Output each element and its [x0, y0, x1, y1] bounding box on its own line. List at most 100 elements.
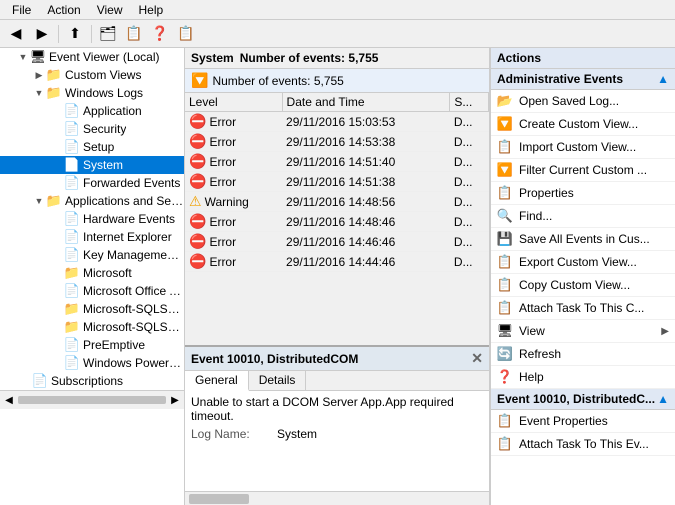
log-msoffice-icon: 📄: [64, 283, 80, 299]
log-name-label: Log Name:: [191, 427, 271, 441]
table-row[interactable]: ⛔Error29/11/2016 14:48:46D...: [185, 212, 489, 232]
action-item-copy-custom-view[interactable]: 📋Copy Custom View...: [491, 274, 675, 297]
cell-level: ⛔Error: [185, 232, 282, 252]
toolbar-new-view[interactable]: 📋: [122, 23, 146, 45]
sidebar-item-root[interactable]: ▼ 🖥 Event Viewer (Local): [0, 48, 184, 66]
toolbar-back[interactable]: ◀: [4, 23, 28, 45]
sidebar-item-forwarded-events[interactable]: 📄 Forwarded Events: [0, 174, 184, 192]
toolbar-forward[interactable]: ▶: [30, 23, 54, 45]
sidebar-custom-views-label: Custom Views: [65, 68, 141, 82]
sidebar-item-hardware-events[interactable]: 📄 Hardware Events: [0, 210, 184, 228]
admin-events-section-header[interactable]: Administrative Events ▲: [491, 69, 675, 90]
action-item-open-saved-log[interactable]: 📂Open Saved Log...: [491, 90, 675, 113]
cell-source: D...: [450, 152, 489, 172]
toolbar-help[interactable]: ❓: [148, 23, 172, 45]
toolbar-extra[interactable]: 📋: [174, 23, 198, 45]
table-row[interactable]: ⛔Error29/11/2016 14:51:40D...: [185, 152, 489, 172]
sidebar-item-system[interactable]: 📄 System: [0, 156, 184, 174]
event-detail-log-field: Log Name: System: [191, 427, 483, 441]
action-item-help[interactable]: ❓Help: [491, 366, 675, 389]
sidebar-keymgmt-label: Key Management Ser...: [83, 248, 184, 262]
table-row[interactable]: ⛔Error29/11/2016 14:46:46D...: [185, 232, 489, 252]
sidebar-security-label: Security: [83, 122, 126, 136]
menu-file[interactable]: File: [4, 1, 39, 19]
detail-hscroll[interactable]: [185, 491, 489, 505]
cell-date: 29/11/2016 14:48:46: [282, 212, 450, 232]
sidebar-item-apps-services[interactable]: ▼ 📁 Applications and Services: [0, 192, 184, 210]
table-row[interactable]: ⛔Error29/11/2016 14:44:46D...: [185, 252, 489, 272]
cell-level: ⛔Error: [185, 172, 282, 192]
action-item-find[interactable]: 🔍Find...: [491, 205, 675, 228]
collapse-admin-events[interactable]: ▲: [657, 72, 669, 86]
sidebar-item-security[interactable]: 📄 Security: [0, 120, 184, 138]
action-item-create-custom-view[interactable]: 🔽Create Custom View...: [491, 113, 675, 136]
sidebar-item-mssql2[interactable]: 📁 Microsoft-SQLServerD...: [0, 318, 184, 336]
event-detail-header: Event 10010, DistributedCOM ✕: [185, 347, 489, 371]
event-detail-section-header[interactable]: Event 10010, DistributedC... ▲: [491, 389, 675, 410]
cell-source: D...: [450, 212, 489, 232]
scroll-left-arrow[interactable]: ◀: [2, 393, 16, 407]
expand-icon-root[interactable]: ▼: [16, 50, 30, 64]
sidebar-hscroll[interactable]: ◀ ▶: [0, 390, 184, 409]
action-item-export-custom-view[interactable]: 📋Export Custom View...: [491, 251, 675, 274]
action-item-event-properties[interactable]: 📋Event Properties: [491, 410, 675, 433]
cell-source: D...: [450, 232, 489, 252]
action-item-save-all-events[interactable]: 💾Save All Events in Cus...: [491, 228, 675, 251]
expand-icon-windows-logs[interactable]: ▼: [32, 86, 46, 100]
tab-general[interactable]: General: [185, 371, 249, 391]
sidebar-item-preemptive[interactable]: 📄 PreEmptive: [0, 336, 184, 354]
admin-events-label: Administrative Events: [497, 72, 623, 86]
sidebar-item-windows-logs[interactable]: ▼ 📁 Windows Logs: [0, 84, 184, 102]
hscroll-thumb[interactable]: [18, 396, 166, 404]
error-icon: ⛔: [189, 133, 206, 150]
detail-hscroll-thumb[interactable]: [189, 494, 249, 504]
export-custom-view-icon: 📋: [497, 254, 513, 270]
expand-icon-custom-views[interactable]: ▶: [32, 68, 46, 82]
action-item-view[interactable]: 🖥View▶: [491, 320, 675, 343]
sidebar-item-subscriptions[interactable]: 📄 Subscriptions: [0, 372, 184, 390]
sidebar-preemptive-label: PreEmptive: [83, 338, 145, 352]
actions-section-0: 📂Open Saved Log...🔽Create Custom View...…: [491, 90, 675, 389]
sidebar-item-powershell[interactable]: 📄 Windows PowerShell: [0, 354, 184, 372]
action-item-filter-current-custom[interactable]: 🔽Filter Current Custom ...: [491, 159, 675, 182]
table-row[interactable]: ⚠Warning29/11/2016 14:48:56D...: [185, 192, 489, 212]
sidebar-item-application[interactable]: 📄 Application: [0, 102, 184, 120]
sidebar-mssql1-label: Microsoft-SQLServerD...: [83, 302, 184, 316]
scroll-right-arrow[interactable]: ▶: [168, 393, 182, 407]
events-table-wrap[interactable]: Level Date and Time S... ⛔Error29/11/201…: [185, 93, 489, 345]
menu-action[interactable]: Action: [39, 1, 88, 19]
sidebar-ie-label: Internet Explorer: [83, 230, 172, 244]
toolbar-folder[interactable]: 🗂: [96, 23, 120, 45]
attach-task-to-ev-label: Attach Task To This Ev...: [519, 437, 669, 451]
menu-help[interactable]: Help: [131, 1, 172, 19]
sidebar-item-setup[interactable]: 📄 Setup: [0, 138, 184, 156]
expand-icon-apps[interactable]: ▼: [32, 194, 46, 208]
action-item-refresh[interactable]: 🔄Refresh: [491, 343, 675, 366]
close-button[interactable]: ✕: [471, 350, 483, 367]
sidebar-item-ie[interactable]: 📄 Internet Explorer: [0, 228, 184, 246]
log-security-icon: 📄: [64, 121, 80, 137]
sidebar-item-custom-views[interactable]: ▶ 📁 Custom Views: [0, 66, 184, 84]
table-row[interactable]: ⛔Error29/11/2016 14:53:38D...: [185, 132, 489, 152]
action-item-properties[interactable]: 📋Properties: [491, 182, 675, 205]
toolbar-up[interactable]: ⬆: [63, 23, 87, 45]
sidebar-item-msoffice[interactable]: 📄 Microsoft Office Alert...: [0, 282, 184, 300]
action-item-attach-task-to-ev[interactable]: 📋Attach Task To This Ev...: [491, 433, 675, 456]
collapse-event-detail[interactable]: ▲: [657, 392, 669, 406]
sidebar-item-mssql1[interactable]: 📁 Microsoft-SQLServerD...: [0, 300, 184, 318]
sidebar-item-keymgmt[interactable]: 📄 Key Management Ser...: [0, 246, 184, 264]
event-detail-text: Unable to start a DCOM Server App.App re…: [191, 395, 483, 423]
sidebar-forwarded-label: Forwarded Events: [83, 176, 180, 190]
tab-details[interactable]: Details: [249, 371, 307, 390]
table-row[interactable]: ⛔Error29/11/2016 15:03:53D...: [185, 112, 489, 132]
menu-view[interactable]: View: [89, 1, 131, 19]
detail-body: Unable to start a DCOM Server App.App re…: [185, 391, 489, 491]
center-pane: System Number of events: 5,755 🔽 Number …: [185, 48, 490, 505]
table-row[interactable]: ⛔Error29/11/2016 14:51:38D...: [185, 172, 489, 192]
sidebar-system-label: System: [83, 158, 123, 172]
action-item-import-custom-view[interactable]: 📋Import Custom View...: [491, 136, 675, 159]
error-icon: ⛔: [189, 113, 206, 130]
action-item-attach-task-to-c[interactable]: 📋Attach Task To This C...: [491, 297, 675, 320]
level-text: Error: [209, 235, 236, 249]
sidebar-item-microsoft[interactable]: 📁 Microsoft: [0, 264, 184, 282]
